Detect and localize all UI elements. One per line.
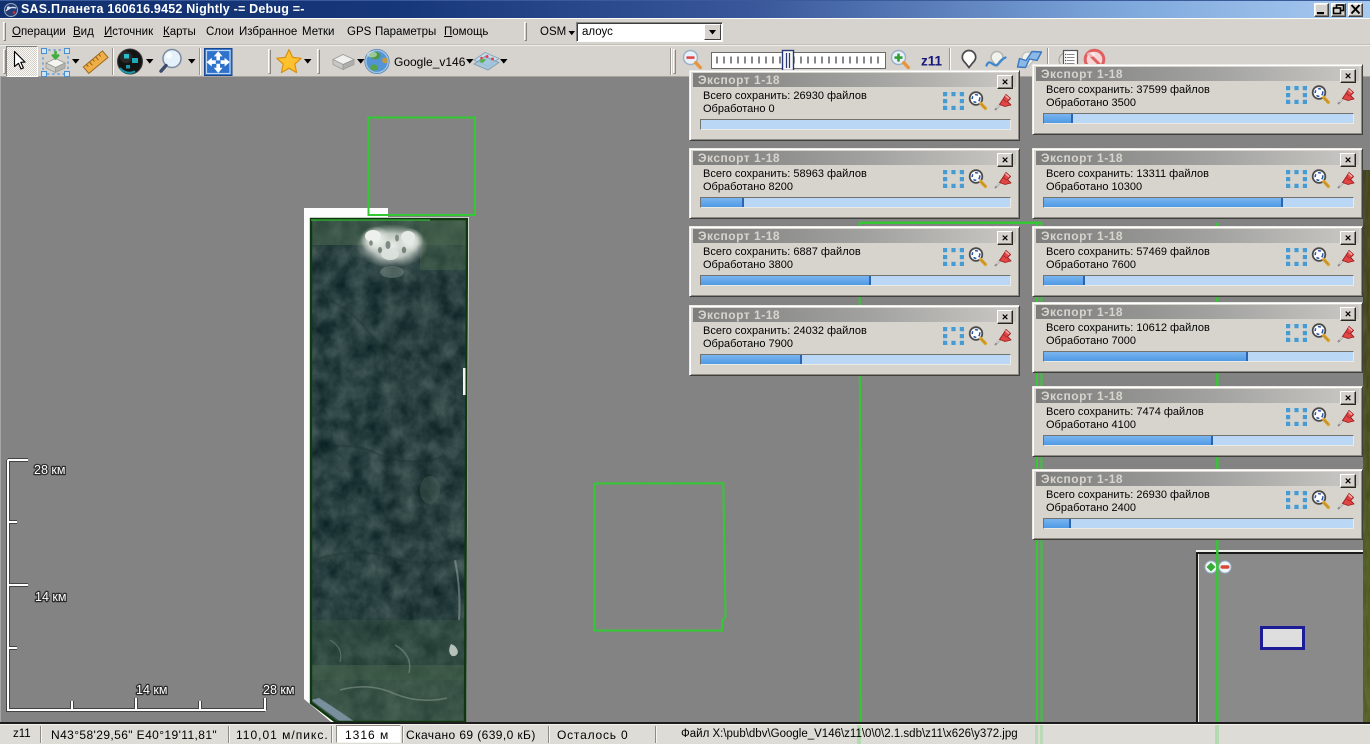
svg-text:28 км: 28 км <box>263 683 294 697</box>
svg-text:28 км: 28 км <box>34 463 65 477</box>
svg-text:14 км: 14 км <box>35 590 66 604</box>
svg-text:14 км: 14 км <box>136 683 167 697</box>
